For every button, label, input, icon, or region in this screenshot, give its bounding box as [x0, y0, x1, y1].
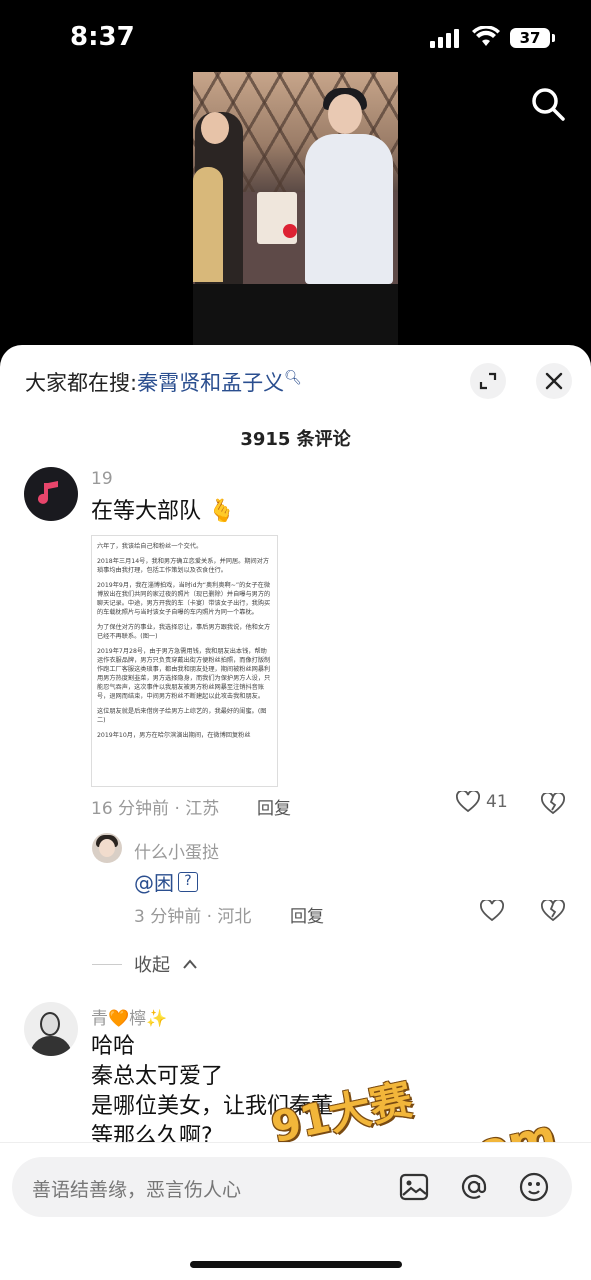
doc-paragraph: 2019年9月，我在淄博拍戏，当时id为“奥利奥啊~”的女子在微博放出在我们共同… — [97, 582, 271, 616]
expand-icon — [479, 372, 497, 390]
collapse-replies[interactable]: 收起 — [92, 951, 198, 977]
like-count: 41 — [486, 792, 508, 812]
comment-text: 在等大部队 🫰 — [91, 499, 236, 524]
heart-icon — [456, 791, 480, 813]
doc-paragraph: 这位朋友就是后来借房子给男方上综艺的，我最好的闺蜜。(图二) — [97, 708, 267, 724]
status-time: 8:37 — [70, 22, 135, 52]
reply-button[interactable]: 回复 — [290, 902, 324, 927]
reply-button[interactable]: 回复 — [257, 794, 291, 819]
comment-author[interactable]: 青🧡檸✨ — [91, 1004, 167, 1029]
comment-input-bar: 善语结善缘，恶言伤人心 — [0, 1142, 591, 1280]
unknown-char-box: ? — [178, 871, 198, 892]
wifi-icon — [472, 25, 500, 52]
comment-text: 哈哈 秦总太可爱了 是哪位美女，让我们秦董 等那么久啊? — [91, 1034, 334, 1149]
dislike-button[interactable] — [541, 898, 565, 926]
emoji-icon[interactable] — [518, 1171, 550, 1203]
comment-time-location: 16 分钟前 · 江苏 — [91, 799, 220, 819]
doc-paragraph: 2018年三月14号，我和男方确立恋爱关系，并同居。期间对方琐事均由我打理，包括… — [97, 558, 270, 574]
search-icon[interactable] — [530, 86, 566, 126]
heart-icon — [480, 898, 504, 922]
divider — [92, 963, 122, 965]
status-bar: 8:37 37 — [0, 0, 591, 80]
hot-search-keyword[interactable]: 秦霄贤和孟子义 — [137, 371, 284, 395]
comment-input[interactable]: 善语结善缘，恶言伤人心 — [12, 1157, 572, 1217]
expand-button[interactable] — [470, 363, 506, 399]
avatar[interactable] — [24, 467, 78, 521]
chevron-up-icon — [183, 959, 197, 969]
broken-heart-icon — [541, 791, 565, 815]
comment-sheet: 大家都在搜:秦霄贤和孟子义🔍︎ 3915 条评论 19 在等大部队 🫰 六年了，… — [0, 345, 591, 1280]
doc-paragraph: 六年了，我该给自己和粉丝一个交代。 — [97, 543, 203, 550]
mention-text: @困 ? — [134, 867, 198, 896]
battery-icon: 37 — [510, 28, 555, 48]
collapse-label: 收起 — [134, 955, 170, 976]
close-button[interactable] — [536, 363, 572, 399]
doc-paragraph: 为了保住对方的事业，我选择忍让，事后男方跟我说，他和女方已经不再联系。(图一) — [97, 624, 271, 640]
comment-count: 3915 条评论 — [240, 429, 351, 450]
music-note-icon — [38, 481, 58, 504]
close-icon — [545, 372, 563, 390]
comment-author[interactable]: 19 — [91, 469, 113, 489]
mention-user[interactable]: @困 — [134, 867, 174, 896]
doc-paragraph: 2019年7月28号，由于男方急需用钱，我和朋友出本钱，帮助运作衣服品牌，男方只… — [97, 648, 271, 700]
doc-paragraph: 2019年10月，男方在哈尔滨演出期间，在微博回复粉丝 — [97, 732, 251, 739]
at-icon[interactable] — [458, 1171, 490, 1203]
hot-search[interactable]: 大家都在搜:秦霄贤和孟子义🔍︎ — [25, 367, 302, 397]
dislike-button[interactable] — [541, 791, 565, 819]
signal-icon — [430, 28, 459, 48]
comment-image[interactable]: 六年了，我该给自己和粉丝一个交代。 2018年三月14号，我和男方确立恋爱关系，… — [91, 535, 278, 787]
comment-time-location: 3 分钟前 · 河北 — [134, 907, 252, 927]
like-button[interactable]: 41 — [456, 791, 508, 813]
video-player[interactable] — [193, 72, 398, 347]
search-small-icon: 🔍︎ — [284, 370, 302, 386]
like-button[interactable] — [480, 898, 504, 926]
comment-author[interactable]: 什么小蛋挞 — [134, 838, 219, 863]
hot-search-prefix: 大家都在搜: — [25, 371, 138, 395]
avatar[interactable] — [24, 1002, 78, 1056]
avatar[interactable] — [92, 833, 122, 863]
home-indicator — [190, 1261, 402, 1268]
comment-input-placeholder: 善语结善缘，恶言伤人心 — [32, 1179, 242, 1201]
image-icon[interactable] — [398, 1171, 430, 1203]
broken-heart-icon — [541, 898, 565, 922]
